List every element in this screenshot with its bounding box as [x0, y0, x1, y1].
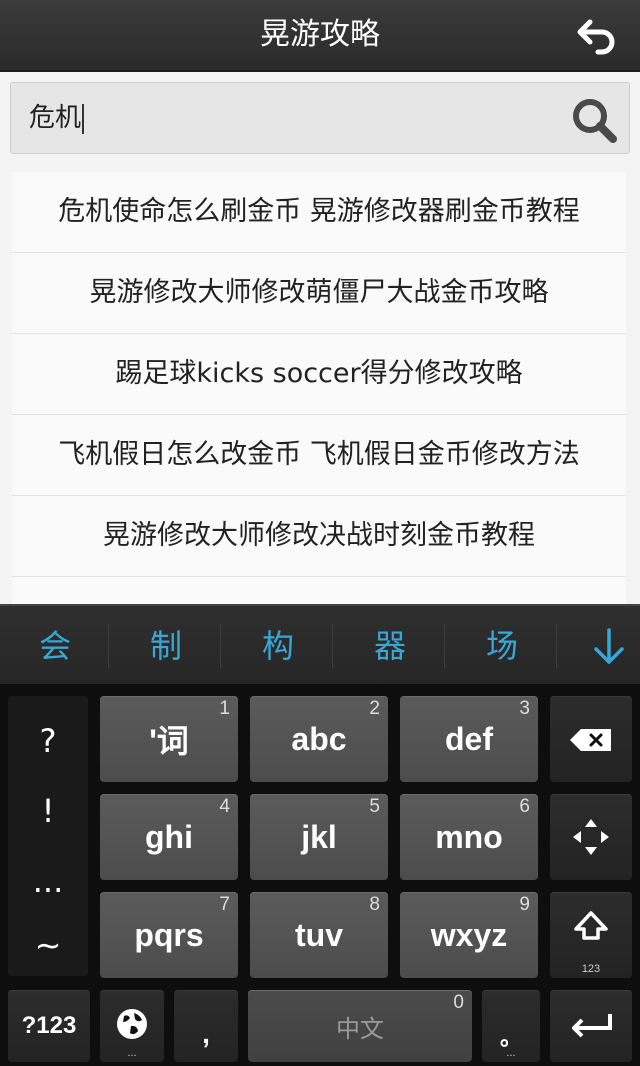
candidate-divider: [332, 624, 333, 668]
key-number: 9: [519, 894, 530, 915]
symbol-column[interactable]: ? ! ... ~: [8, 696, 88, 976]
key-label: '词: [149, 723, 189, 759]
comma-key[interactable]: ,: [174, 990, 238, 1062]
key-label: ,: [202, 1018, 210, 1049]
key-number: 3: [519, 698, 530, 719]
search-icon[interactable]: [569, 95, 619, 145]
undo-arrow-icon[interactable]: [574, 10, 622, 58]
key-number: 4: [219, 796, 230, 817]
tilde-key[interactable]: ~: [8, 926, 88, 964]
key-label: mno: [435, 818, 503, 855]
key-6[interactable]: mno 6: [400, 794, 538, 880]
page-title: 晃游攻略: [260, 17, 380, 52]
candidate-bar: 会 制 构 器 场: [0, 604, 640, 686]
language-key[interactable]: ...: [100, 990, 164, 1062]
key-area: ? ! ... ~ '词 1 abc 2 def 3 ghi 4 jkl 5 m…: [0, 684, 640, 1066]
suggestion-item[interactable]: 晃游修改大师修改萌僵尸大战金币攻略: [12, 253, 626, 334]
cursor-move-key[interactable]: [550, 794, 632, 880]
suggestion-item[interactable]: 危机使命怎么刷金币 晃游修改器刷金币教程: [12, 172, 626, 253]
symbols-key[interactable]: ?123: [8, 990, 90, 1062]
period-key[interactable]: 。 ...: [482, 990, 540, 1062]
search-field[interactable]: 危机: [10, 82, 630, 154]
key-number: 1: [219, 698, 230, 719]
exclamation-key[interactable]: !: [8, 792, 88, 830]
ellipsis-key[interactable]: ...: [8, 862, 88, 900]
key-label: def: [445, 720, 493, 757]
shift-sub-label: 123: [581, 963, 601, 975]
suggestion-item[interactable]: 踢足球kicks soccer得分修改攻略: [12, 334, 626, 415]
shift-arrow-icon: [574, 911, 608, 940]
key-8[interactable]: tuv 8: [250, 892, 388, 978]
suggestion-item[interactable]: 晃游修改大师修改决战时刻金币教程: [12, 496, 626, 577]
candidate-divider: [220, 624, 221, 668]
key-9[interactable]: wxyz 9: [400, 892, 538, 978]
search-input[interactable]: 危机: [29, 83, 85, 153]
key-number: 6: [519, 796, 530, 817]
key-number: 2: [369, 698, 380, 719]
search-input-value: 危机: [29, 103, 82, 133]
key-label: pqrs: [134, 916, 204, 953]
key-number: 0: [453, 992, 464, 1013]
candidate-word[interactable]: 构: [238, 606, 318, 686]
key-sub-label: ...: [127, 1047, 137, 1059]
move-arrows-icon: [573, 819, 609, 855]
enter-arrow-icon: [572, 1014, 612, 1038]
key-1[interactable]: '词 1: [100, 696, 238, 782]
title-bar: 晃游攻略: [0, 0, 640, 72]
suggestion-item[interactable]: 飞机假日怎么改金币 飞机假日金币修改方法: [12, 415, 626, 496]
chevron-down-icon[interactable]: [586, 624, 632, 670]
candidate-word[interactable]: 场: [462, 606, 542, 686]
candidate-word[interactable]: 会: [15, 606, 95, 686]
candidate-word[interactable]: 器: [350, 606, 430, 686]
key-label: abc: [291, 720, 347, 757]
key-label: tuv: [295, 916, 343, 953]
key-number: 8: [369, 894, 380, 915]
candidate-divider: [444, 624, 445, 668]
key-5[interactable]: jkl 5: [250, 794, 388, 880]
key-label: jkl: [301, 818, 337, 855]
key-4[interactable]: ghi 4: [100, 794, 238, 880]
suggestion-list: 危机使命怎么刷金币 晃游修改器刷金币教程 晃游修改大师修改萌僵尸大战金币攻略 踢…: [12, 172, 626, 604]
key-2[interactable]: abc 2: [250, 696, 388, 782]
key-label: ghi: [145, 818, 193, 855]
globe-icon: [117, 1009, 147, 1039]
key-number: 5: [369, 796, 380, 817]
key-number: 7: [219, 894, 230, 915]
key-sub-label: ...: [506, 1047, 516, 1059]
candidate-divider: [108, 624, 109, 668]
key-3[interactable]: def 3: [400, 696, 538, 782]
question-mark-key[interactable]: ?: [8, 722, 88, 760]
key-label: wxyz: [430, 916, 508, 953]
space-key[interactable]: 中文 0: [248, 990, 472, 1062]
enter-key[interactable]: [550, 990, 632, 1062]
key-7[interactable]: pqrs 7: [100, 892, 238, 978]
backspace-key[interactable]: [550, 696, 632, 782]
ime-keyboard: 会 制 构 器 场 ? ! ... ~ '词 1 abc 2 def 3 ghi…: [0, 604, 640, 1066]
backspace-icon: [570, 729, 611, 751]
candidate-word[interactable]: 制: [126, 606, 206, 686]
shift-key[interactable]: 123: [550, 892, 632, 978]
text-caret: [82, 103, 85, 134]
candidate-divider: [556, 624, 557, 668]
key-label: 中文: [336, 1014, 384, 1043]
key-label: ?123: [21, 1012, 77, 1039]
